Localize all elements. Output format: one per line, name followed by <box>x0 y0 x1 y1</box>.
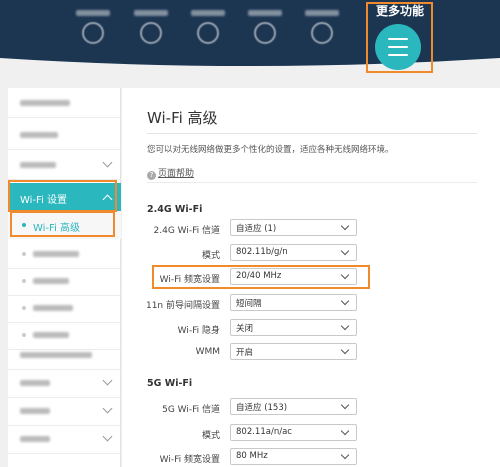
mode-24-select[interactable]: 802.11b/g/n <box>230 244 357 261</box>
sidebar <box>8 88 121 467</box>
mode-5g-select[interactable]: 802.11a/n/ac <box>230 424 357 441</box>
nav-network-icon <box>254 22 276 44</box>
wifi-advanced-highlight <box>10 211 115 237</box>
sidebar-item-4[interactable] <box>8 340 121 370</box>
help-icon: ? <box>147 171 156 180</box>
chevron-down-icon <box>102 403 113 414</box>
channel-24-label: 2.4G Wi-Fi 信道 <box>153 226 220 236</box>
nav-item-4[interactable] <box>240 6 290 44</box>
nav-item-2[interactable] <box>126 6 176 44</box>
channel-5g-select[interactable]: 自适应 (153) <box>230 398 357 415</box>
chevron-down-icon <box>340 221 350 231</box>
nav-home-icon <box>82 22 104 44</box>
nav-item-5[interactable] <box>297 6 347 44</box>
chevron-down-icon <box>340 450 350 460</box>
chevron-down-icon <box>102 157 113 168</box>
menu-icon <box>388 38 408 56</box>
chevron-down-icon <box>340 296 350 306</box>
more-functions-button[interactable] <box>375 24 421 70</box>
chevron-down-icon <box>102 375 113 386</box>
chevron-down-icon <box>102 431 113 442</box>
chevron-down-icon <box>340 426 350 436</box>
nav-item-3[interactable] <box>183 6 233 44</box>
divider <box>147 133 477 134</box>
nav-terminal-icon <box>140 22 162 44</box>
sidebar-item-6[interactable] <box>8 396 121 426</box>
help-link-label: 页面帮助 <box>158 169 195 179</box>
guard-interval-label: 11n 前导间隔设置 <box>145 301 220 311</box>
page-description: 您可以对无线网络做更多个性化的设置，适应各种无线网络环境。 <box>147 145 394 155</box>
sidebar-subitem-1[interactable] <box>8 239 121 269</box>
channel-24-select[interactable]: 自适应 (1) <box>230 219 357 236</box>
mode-24-label: 模式 <box>201 251 220 261</box>
sidebar-item-2[interactable] <box>8 120 121 150</box>
nav-wifi-icon <box>197 22 219 44</box>
nav-app-icon <box>311 22 333 44</box>
sidebar-item-7[interactable] <box>8 424 121 454</box>
chevron-down-icon <box>340 246 350 256</box>
mode-5g-label: 模式 <box>201 431 220 441</box>
chevron-down-icon <box>340 321 350 331</box>
bandwidth-highlight <box>152 265 370 289</box>
wmm-select[interactable]: 开启 <box>230 343 357 360</box>
wmm-label: WMM <box>195 347 220 357</box>
sidebar-subitem-3[interactable] <box>8 293 121 323</box>
page-title: Wi-Fi 高级 <box>147 109 218 127</box>
wifi-hidden-select[interactable]: 关闭 <box>230 319 357 336</box>
sidebar-item-3[interactable] <box>8 150 121 180</box>
sidebar-subitem-2[interactable] <box>8 266 121 296</box>
sidebar-item-5[interactable] <box>8 368 121 398</box>
more-functions-label: 更多功能 <box>375 4 424 18</box>
bandwidth-5g-label: Wi-Fi 频宽设置 <box>159 455 220 465</box>
chevron-down-icon <box>340 345 350 355</box>
channel-5g-label: 5G Wi-Fi 信道 <box>162 405 220 415</box>
help-link[interactable]: ? 页面帮助 <box>147 166 194 180</box>
nav-item-1[interactable] <box>68 6 118 44</box>
guard-interval-select[interactable]: 短间隔 <box>230 294 357 311</box>
divider <box>147 182 477 183</box>
wifi-hidden-label: Wi-Fi 隐身 <box>177 326 220 336</box>
bandwidth-5g-select[interactable]: 80 MHz <box>230 448 357 465</box>
sidebar-item-1[interactable] <box>8 88 121 118</box>
section-title-5g: 5G Wi-Fi <box>147 378 193 389</box>
wifi-settings-highlight <box>8 180 117 212</box>
chevron-down-icon <box>340 400 350 410</box>
section-title-2-4g: 2.4G Wi-Fi <box>147 204 203 215</box>
